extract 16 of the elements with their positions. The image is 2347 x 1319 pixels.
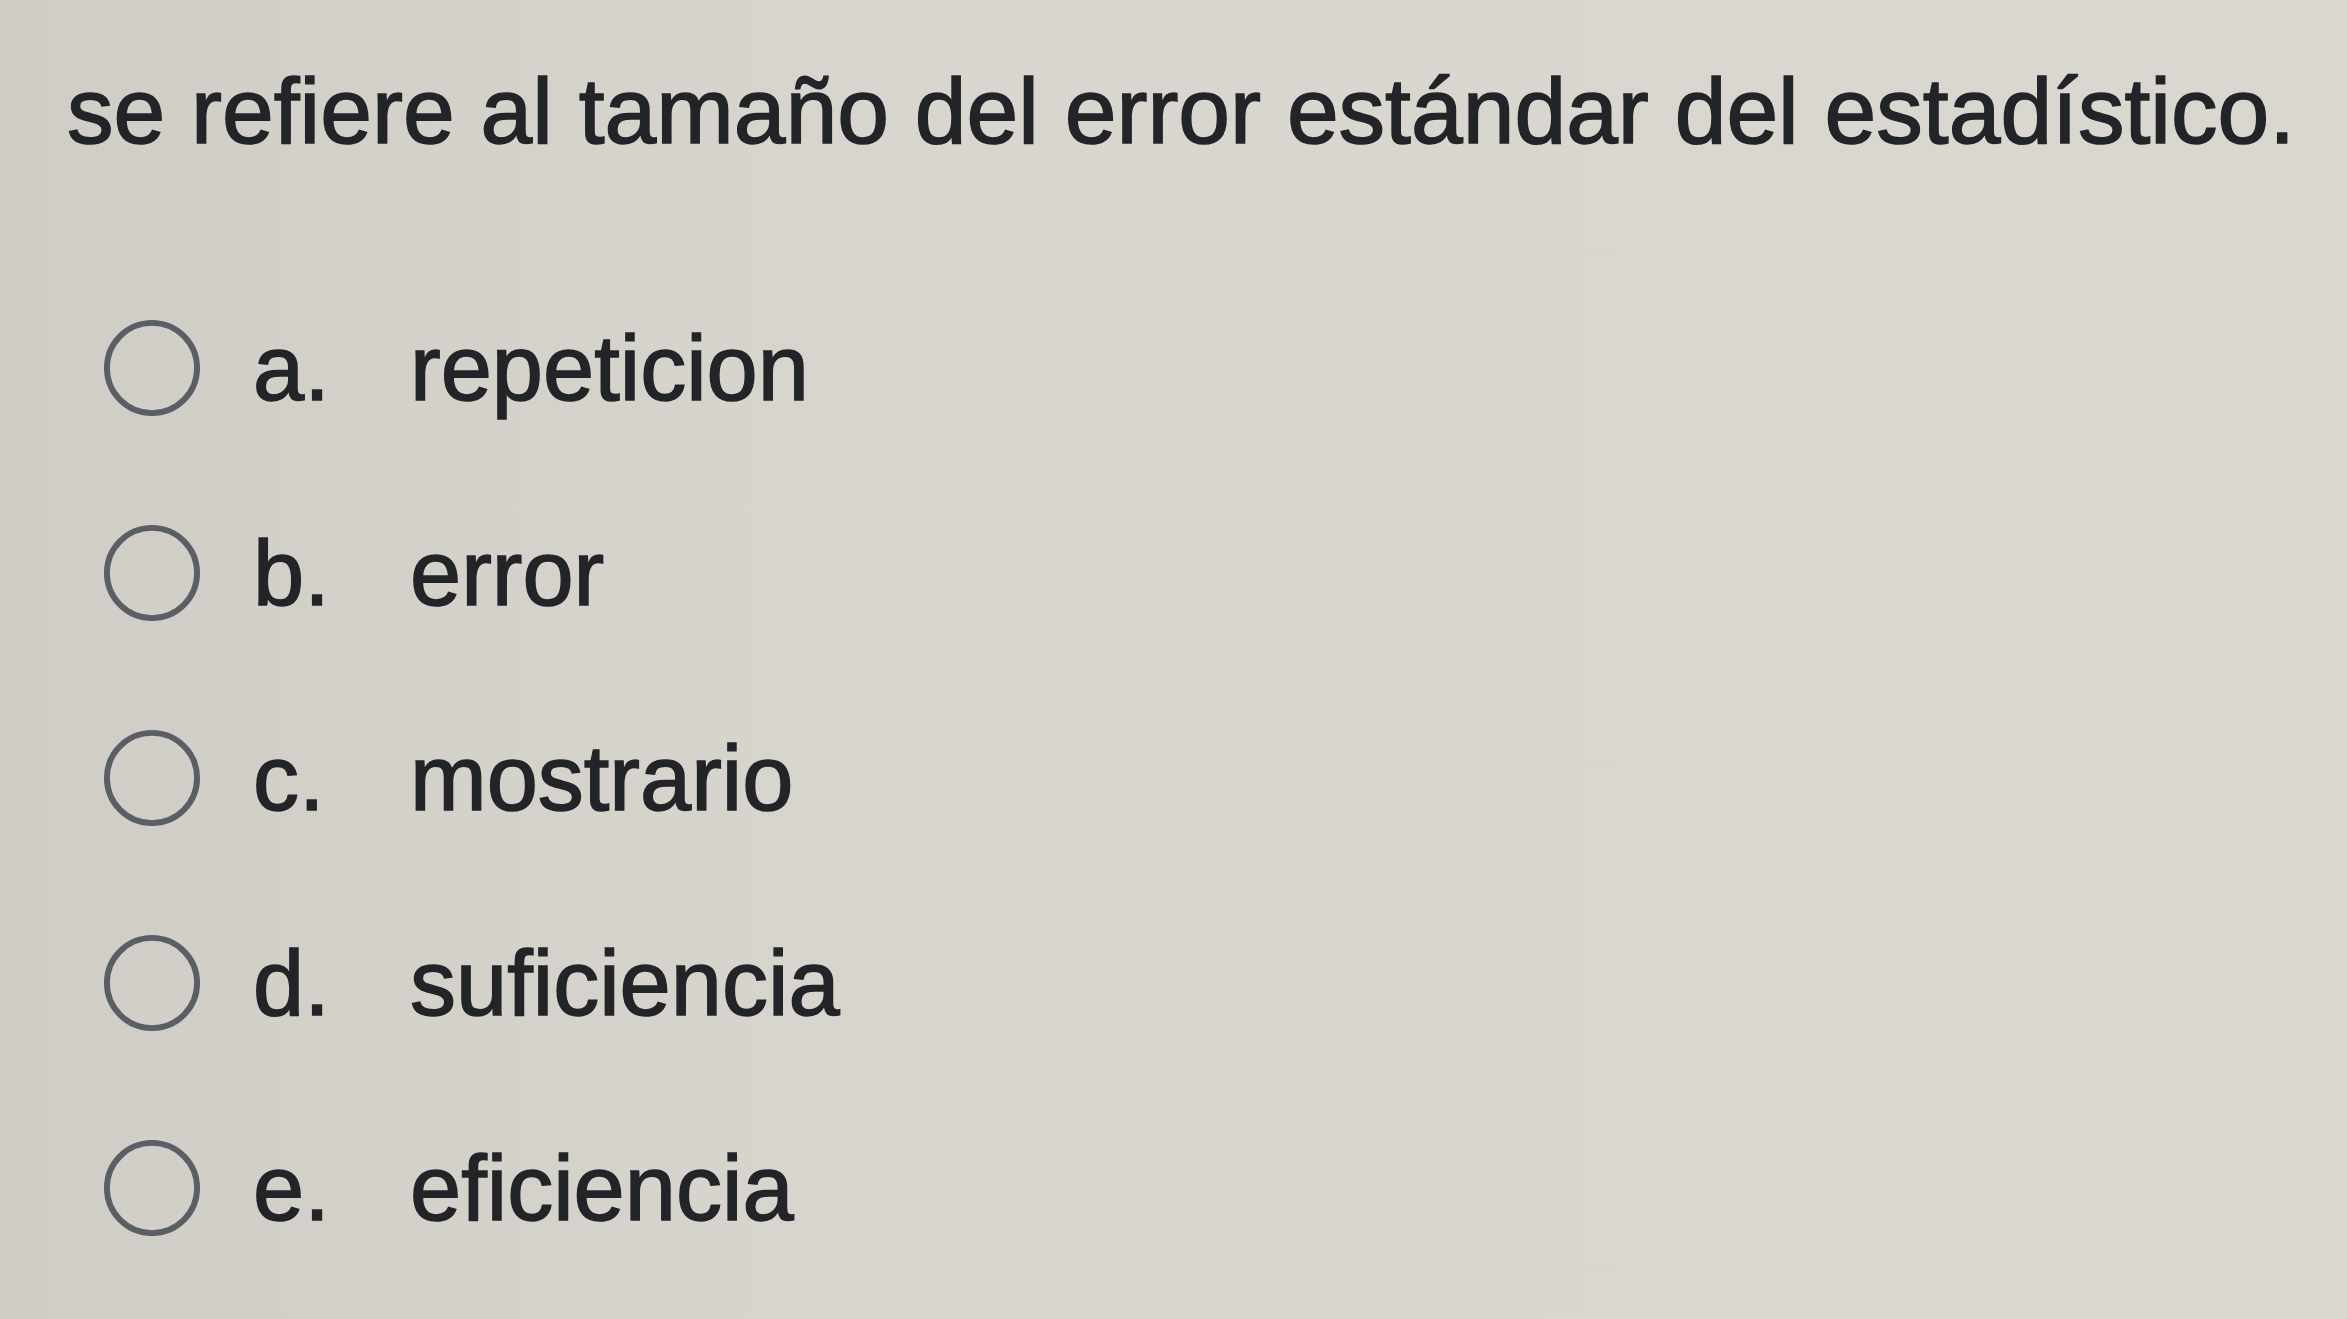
option-letter: d. [253,930,331,1036]
option-label[interactable]: suficiencia [410,927,840,1039]
option-label[interactable]: repeticion [410,312,809,424]
option-letter: b. [253,520,331,626]
option-letter: c. [253,725,326,831]
option-letter: e. [253,1135,331,1241]
option-letter: a. [253,315,331,421]
radio-button[interactable] [103,934,201,1033]
radio-button[interactable] [103,729,201,828]
option-label[interactable]: error [410,517,605,629]
question-text: se refiere al tamaño del error estándar del estadístico. [67,58,2296,165]
radio-button[interactable] [103,524,201,623]
option-label[interactable]: mostrario [410,722,794,834]
option-label[interactable]: eficiencia [410,1132,794,1244]
radio-button[interactable] [103,319,201,418]
radio-button[interactable] [103,1139,201,1238]
